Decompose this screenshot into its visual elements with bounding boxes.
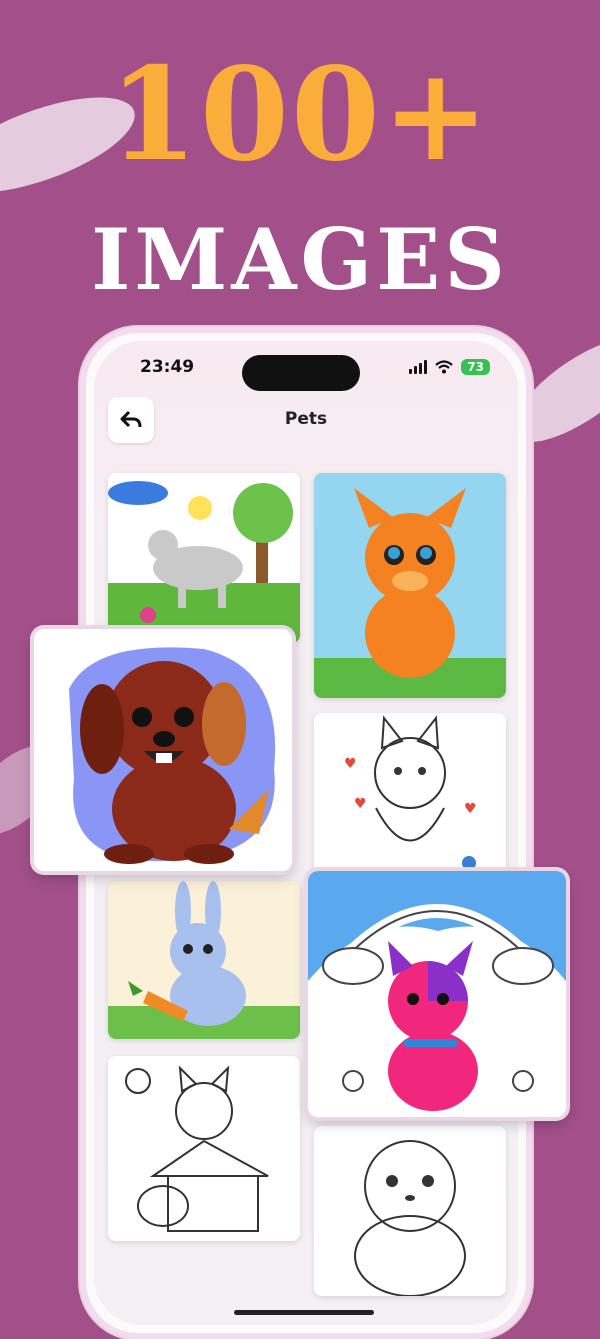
- status-icons: 73: [409, 359, 490, 375]
- gallery-item-cat-with-hearts[interactable]: ♥ ♥ ♥: [314, 713, 506, 881]
- svg-text:♥: ♥: [464, 801, 477, 817]
- hamster-illustration: [314, 1126, 506, 1296]
- status-time: 23:49: [140, 357, 195, 377]
- cellular-signal-icon: [409, 360, 428, 374]
- dynamic-island: [242, 355, 360, 391]
- gallery-item-orange-kitten[interactable]: [314, 473, 506, 698]
- gallery-item-smiling-puppy[interactable]: [34, 629, 292, 871]
- kitten-illustration: [314, 473, 506, 698]
- cat-hearts-illustration: ♥ ♥ ♥: [314, 713, 506, 881]
- gallery-item-bunny-with-carrots[interactable]: [108, 881, 300, 1039]
- gallery-item-wolf-in-park[interactable]: [108, 473, 300, 643]
- gallery-item-cat-on-doghouse[interactable]: [108, 1056, 300, 1241]
- gallery-item-rainbow-cat[interactable]: [308, 871, 566, 1117]
- wolf-illustration: [108, 473, 300, 643]
- svg-text:♥: ♥: [344, 756, 357, 772]
- battery-indicator: 73: [461, 359, 490, 375]
- puppy-illustration: [34, 629, 292, 871]
- gallery-item-hamster[interactable]: [314, 1126, 506, 1296]
- home-indicator: [234, 1310, 374, 1315]
- promo-label: IMAGES: [91, 210, 509, 309]
- bunny-illustration: [108, 881, 300, 1039]
- svg-text:♥: ♥: [354, 796, 367, 812]
- page-title: Pets: [284, 409, 328, 429]
- wifi-icon: [435, 360, 454, 374]
- rainbow-cat-illustration: [308, 871, 566, 1117]
- doghouse-illustration: [108, 1056, 300, 1241]
- promo-count: 100+: [108, 40, 492, 190]
